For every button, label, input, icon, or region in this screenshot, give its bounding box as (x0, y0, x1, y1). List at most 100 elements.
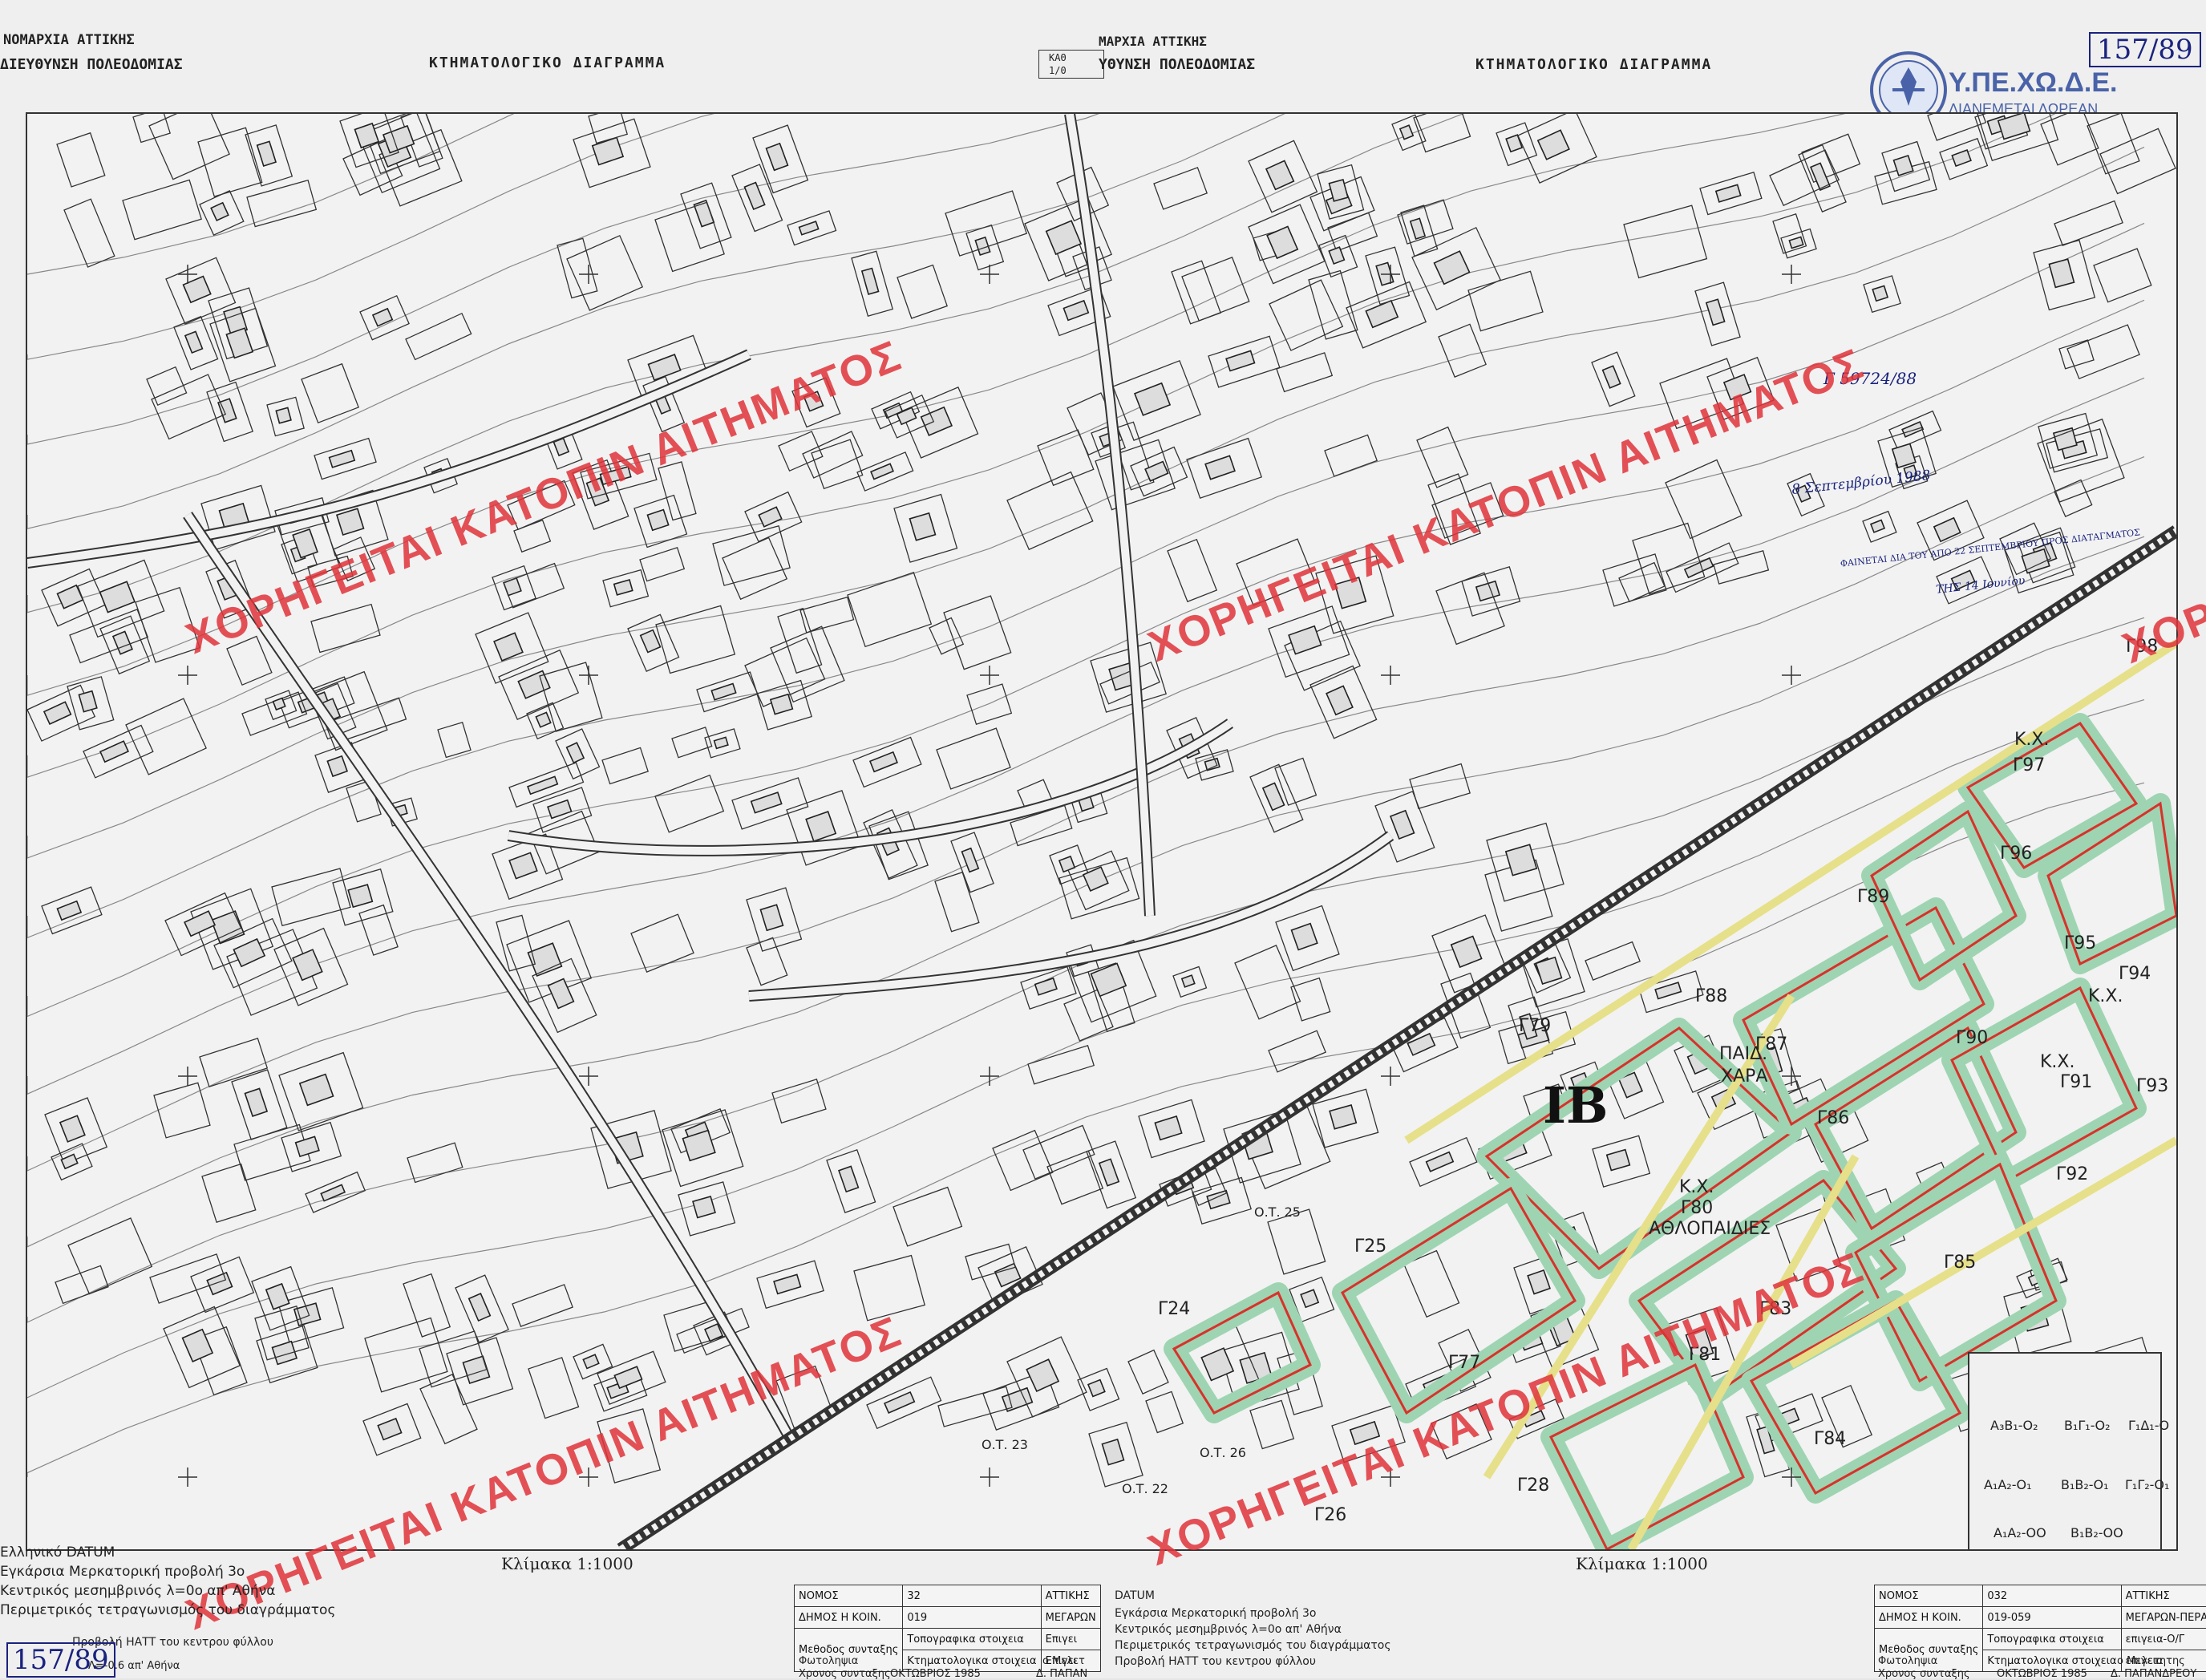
index-cell-5: Β₁Β₂-Ο₁ (2061, 1477, 2109, 1492)
building (647, 354, 682, 382)
parcel (655, 605, 736, 674)
parcel (2066, 324, 2140, 380)
building (773, 1273, 802, 1295)
block-g85: Γ85 (1944, 1253, 1977, 1273)
block-g84: Γ84 (1814, 1429, 1847, 1449)
building (613, 1366, 643, 1390)
building (909, 512, 937, 541)
building (1261, 782, 1285, 812)
building (710, 682, 737, 701)
building (743, 181, 766, 211)
parcel (55, 1265, 109, 1305)
building (1951, 149, 1972, 168)
building (1034, 977, 1058, 996)
parcel (1046, 1150, 1104, 1205)
parcel (654, 201, 725, 273)
parcel (811, 439, 864, 490)
building (111, 630, 134, 655)
parcel (67, 1217, 153, 1295)
building (1087, 1378, 1106, 1398)
parcel (601, 747, 649, 785)
building (547, 978, 575, 1010)
grid-cross (1381, 666, 1400, 685)
building (1290, 922, 1318, 951)
parcel (437, 721, 472, 759)
parcel (148, 114, 230, 180)
building (1654, 982, 1682, 1000)
building (225, 327, 254, 359)
parcel (132, 114, 171, 144)
building (56, 900, 83, 921)
building (1872, 285, 1889, 302)
building (59, 1115, 86, 1143)
parcel (419, 1374, 478, 1445)
parcel (722, 536, 788, 601)
grid-cross (980, 265, 999, 284)
building (1433, 250, 1471, 285)
block-g90: Γ90 (1956, 1028, 1989, 1048)
parcel (1585, 941, 1641, 981)
grid-cross (980, 1467, 999, 1487)
chara-label: ΧΑΡΑ (1721, 1067, 1768, 1087)
tbl-r-r2-label: ΔΗΜΟΣ Η ΚΟΙΝ. (1873, 1606, 1984, 1629)
building (613, 578, 633, 596)
grid-cross (178, 1067, 197, 1086)
building (2048, 258, 2075, 289)
block-g86: Γ86 (1817, 1108, 1850, 1128)
road-surface (508, 719, 1233, 855)
building (265, 1282, 290, 1310)
tbl-r-r1-label: ΝΟΜΟΣ (1873, 1585, 1984, 1607)
kx-label-3: Κ.Χ. (2088, 986, 2123, 1006)
building (798, 221, 820, 236)
index-cell-2: Β₁Γ₁-Ο₂ (2064, 1418, 2111, 1433)
parcel (153, 1082, 211, 1139)
building (99, 581, 136, 613)
building (1288, 625, 1322, 655)
grid-cross (980, 666, 999, 685)
parcel (1467, 270, 1544, 332)
tbl-r-r1-val: ΑΤΤΙΚΗΣ (2120, 1585, 2206, 1607)
building (1154, 1115, 1183, 1141)
parcel (1234, 944, 1301, 1020)
parcel (654, 774, 725, 833)
parcel (1249, 1399, 1295, 1450)
grid-cross (1782, 666, 1801, 685)
mid-code-top: ΚΑΘ (1049, 52, 1067, 63)
left-directorate: ΔΙΕΥΘΥΝΣΗ ΠΟΛΕΟΔΟΜΙΑΣ (0, 56, 183, 73)
block-g24: Γ24 (1158, 1299, 1191, 1319)
building (60, 1153, 79, 1170)
building (1204, 757, 1220, 771)
tbl-l-r2-code: 019 (902, 1606, 1042, 1629)
parcel (2058, 339, 2095, 370)
building (1409, 217, 1427, 240)
building (217, 398, 237, 423)
building (272, 697, 286, 711)
parcel (1181, 257, 1250, 322)
block-g25: Γ25 (1354, 1237, 1387, 1257)
grid-cross (579, 265, 598, 284)
parcel (771, 1079, 827, 1124)
parcel (1713, 549, 1770, 585)
parcel (2054, 479, 2093, 517)
building (1133, 382, 1172, 416)
parcel (943, 595, 1012, 670)
building (547, 799, 573, 820)
building (184, 910, 217, 937)
building (1527, 1269, 1551, 1295)
parcel (1127, 1349, 1169, 1395)
tbl-l-r1-val: ΑΤΤΙΚΗΣ (1040, 1585, 1101, 1607)
building (1001, 1387, 1034, 1412)
right-title: ΚΤΗΜΑΤΟΛΟΓΙΚΟ ΔΙΑΓΡΑΜΜΑ (1475, 56, 1713, 73)
building (1328, 246, 1346, 265)
building (1901, 421, 1925, 438)
building (1475, 580, 1501, 602)
tbl-r-r1-code: 032 (1982, 1585, 2122, 1607)
block-g28: Γ28 (1517, 1476, 1550, 1496)
building (838, 1165, 860, 1193)
parcel (1269, 279, 1344, 351)
parcel (799, 596, 855, 634)
parcel (403, 1273, 451, 1338)
parcel (358, 904, 399, 956)
building (1266, 225, 1299, 260)
building (1090, 962, 1127, 998)
